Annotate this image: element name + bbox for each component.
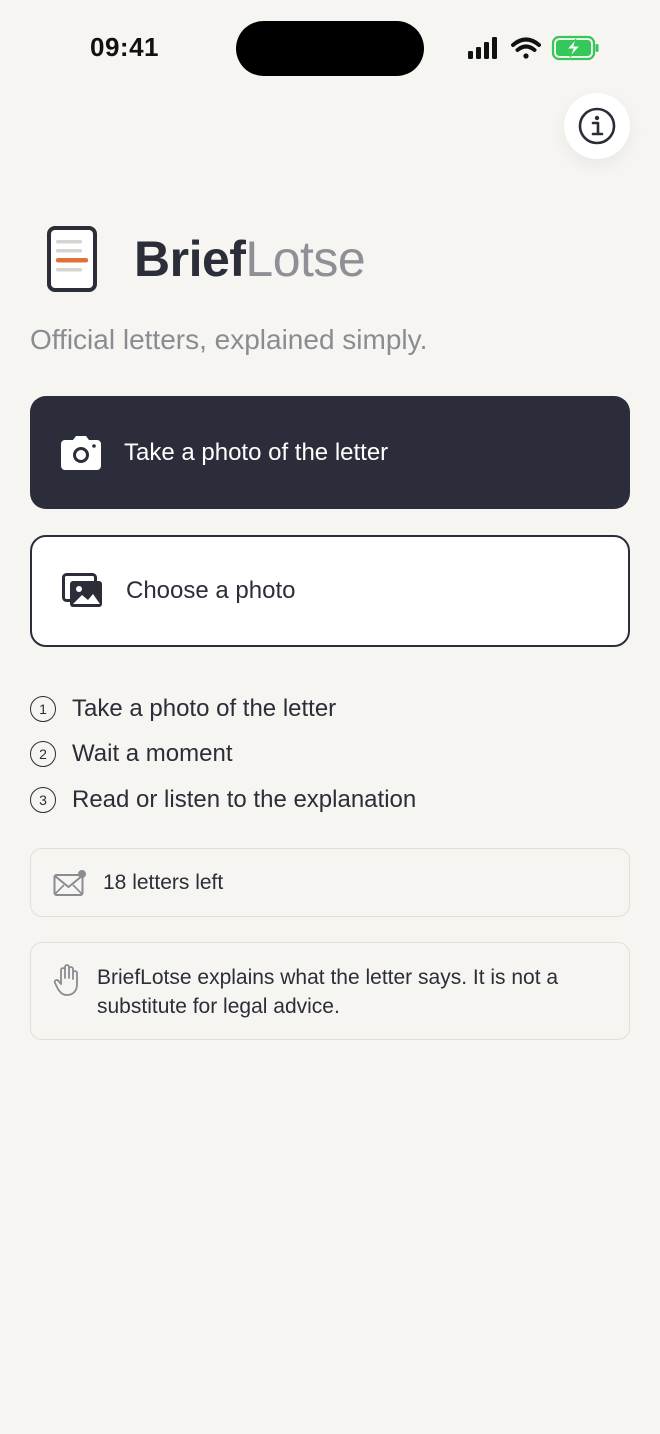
brand-header: BriefLotse bbox=[46, 224, 366, 294]
steps-list: 1 Take a photo of the letter 2 Wait a mo… bbox=[30, 686, 416, 823]
disclaimer-text: BriefLotse explains what the letter says… bbox=[97, 966, 559, 1018]
step-item: 3 Read or listen to the explanation bbox=[30, 777, 416, 823]
envelope-icon bbox=[53, 869, 86, 896]
app-name-light: Lotse bbox=[245, 231, 366, 287]
take-photo-button[interactable]: Take a photo of the letter bbox=[30, 396, 630, 509]
photo-gallery-icon bbox=[62, 570, 104, 612]
letters-left-text: 18 letters left bbox=[103, 870, 224, 894]
letter-document-icon bbox=[47, 226, 97, 292]
step-number: 1 bbox=[30, 695, 56, 722]
app-name: BriefLotse bbox=[134, 230, 366, 288]
letters-left-card: 18 letters left bbox=[30, 848, 630, 917]
info-icon bbox=[578, 107, 616, 145]
app-name-bold: Brief bbox=[134, 231, 246, 287]
step-label: Take a photo of the letter bbox=[72, 694, 337, 722]
battery-charging-icon bbox=[551, 35, 599, 61]
disclaimer-card: BriefLotse explains what the letter says… bbox=[30, 942, 630, 1040]
step-number: 3 bbox=[30, 786, 56, 813]
step-label: Read or listen to the explanation bbox=[72, 785, 417, 813]
status-bar: 09:41 bbox=[0, 0, 660, 96]
status-icons bbox=[468, 35, 599, 61]
choose-photo-button[interactable]: Choose a photo bbox=[30, 535, 630, 647]
step-number: 2 bbox=[30, 741, 56, 768]
wifi-icon bbox=[511, 37, 541, 59]
camera-icon bbox=[60, 432, 102, 474]
step-item: 1 Take a photo of the letter bbox=[30, 686, 416, 732]
choose-photo-label: Choose a photo bbox=[126, 577, 296, 604]
status-time: 09:41 bbox=[90, 32, 159, 62]
info-button[interactable] bbox=[564, 93, 630, 159]
tagline: Official letters, explained simply. bbox=[30, 324, 428, 355]
take-photo-label: Take a photo of the letter bbox=[124, 438, 389, 466]
step-label: Wait a moment bbox=[72, 740, 233, 768]
dynamic-island bbox=[236, 21, 424, 76]
step-item: 2 Wait a moment bbox=[30, 732, 416, 778]
hand-icon bbox=[53, 964, 78, 996]
cellular-signal-icon bbox=[468, 37, 497, 59]
